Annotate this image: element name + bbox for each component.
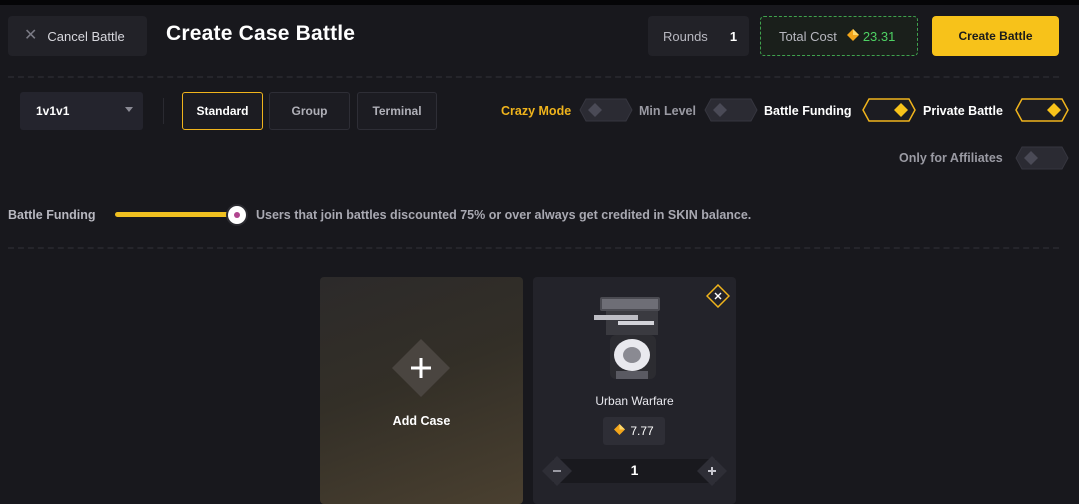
cancel-battle-label: Cancel Battle [47, 28, 125, 44]
divider [8, 76, 1059, 78]
total-cost-box: Total Cost 23.31 [760, 16, 918, 56]
battle-funding-slider-track[interactable] [115, 212, 237, 217]
funding-note: Users that join battles discounted 75% o… [256, 208, 752, 222]
divider [8, 247, 1059, 249]
case-name: Urban Warfare [595, 394, 674, 408]
tab-terminal[interactable]: Terminal [357, 92, 437, 130]
case-card: Urban Warfare 7.77 1 [533, 277, 736, 504]
rounds-label: Rounds [663, 28, 708, 44]
increase-quantity-button[interactable] [696, 455, 728, 487]
coin-icon [614, 424, 626, 438]
tab-group[interactable]: Group [269, 92, 350, 130]
tab-standard[interactable]: Standard [182, 92, 263, 130]
battle-funding-slider-label: Battle Funding [8, 208, 96, 222]
slider-dot [234, 212, 240, 218]
close-icon: ✕ [24, 27, 38, 44]
case-price: 7.77 [630, 424, 654, 438]
close-icon [705, 283, 731, 309]
only-affiliates-label: Only for Affiliates [899, 151, 1003, 165]
chevron-down-icon [125, 107, 133, 112]
case-image [588, 291, 678, 383]
private-battle-label: Private Battle [923, 104, 1003, 118]
quantity-stepper: 1 [541, 453, 728, 489]
battle-format-value: 1v1v1 [36, 104, 70, 118]
only-affiliates-toggle[interactable] [1015, 146, 1069, 170]
create-battle-button[interactable]: Create Battle [932, 16, 1059, 56]
cancel-battle-button[interactable]: ✕ Cancel Battle [8, 16, 147, 56]
battle-format-select[interactable]: 1v1v1 [20, 92, 143, 130]
remove-case-button[interactable] [705, 283, 731, 309]
rounds-input[interactable]: Rounds 1 [648, 16, 749, 56]
total-cost-label: Total Cost [779, 28, 837, 44]
plus-icon [392, 339, 450, 397]
add-case-label: Add Case [392, 414, 451, 428]
battle-funding-toggle[interactable] [862, 98, 916, 122]
crazy-mode-label: Crazy Mode [501, 104, 572, 118]
add-case-card[interactable]: Add Case [320, 277, 523, 504]
plus-icon [697, 456, 727, 486]
min-level-label: Min Level [639, 104, 696, 118]
battle-funding-slider-handle[interactable] [228, 206, 246, 224]
case-price-badge: 7.77 [603, 417, 665, 445]
page-title: Create Case Battle [166, 22, 356, 45]
coin-icon [846, 28, 859, 44]
min-level-toggle[interactable] [704, 98, 758, 122]
top-strip [0, 0, 1079, 5]
total-cost-value: 23.31 [862, 28, 896, 44]
battle-funding-label: Battle Funding [764, 104, 852, 118]
private-battle-toggle[interactable] [1015, 98, 1069, 122]
divider [163, 98, 164, 124]
rounds-value: 1 [729, 28, 738, 44]
crazy-mode-toggle[interactable] [579, 98, 633, 122]
